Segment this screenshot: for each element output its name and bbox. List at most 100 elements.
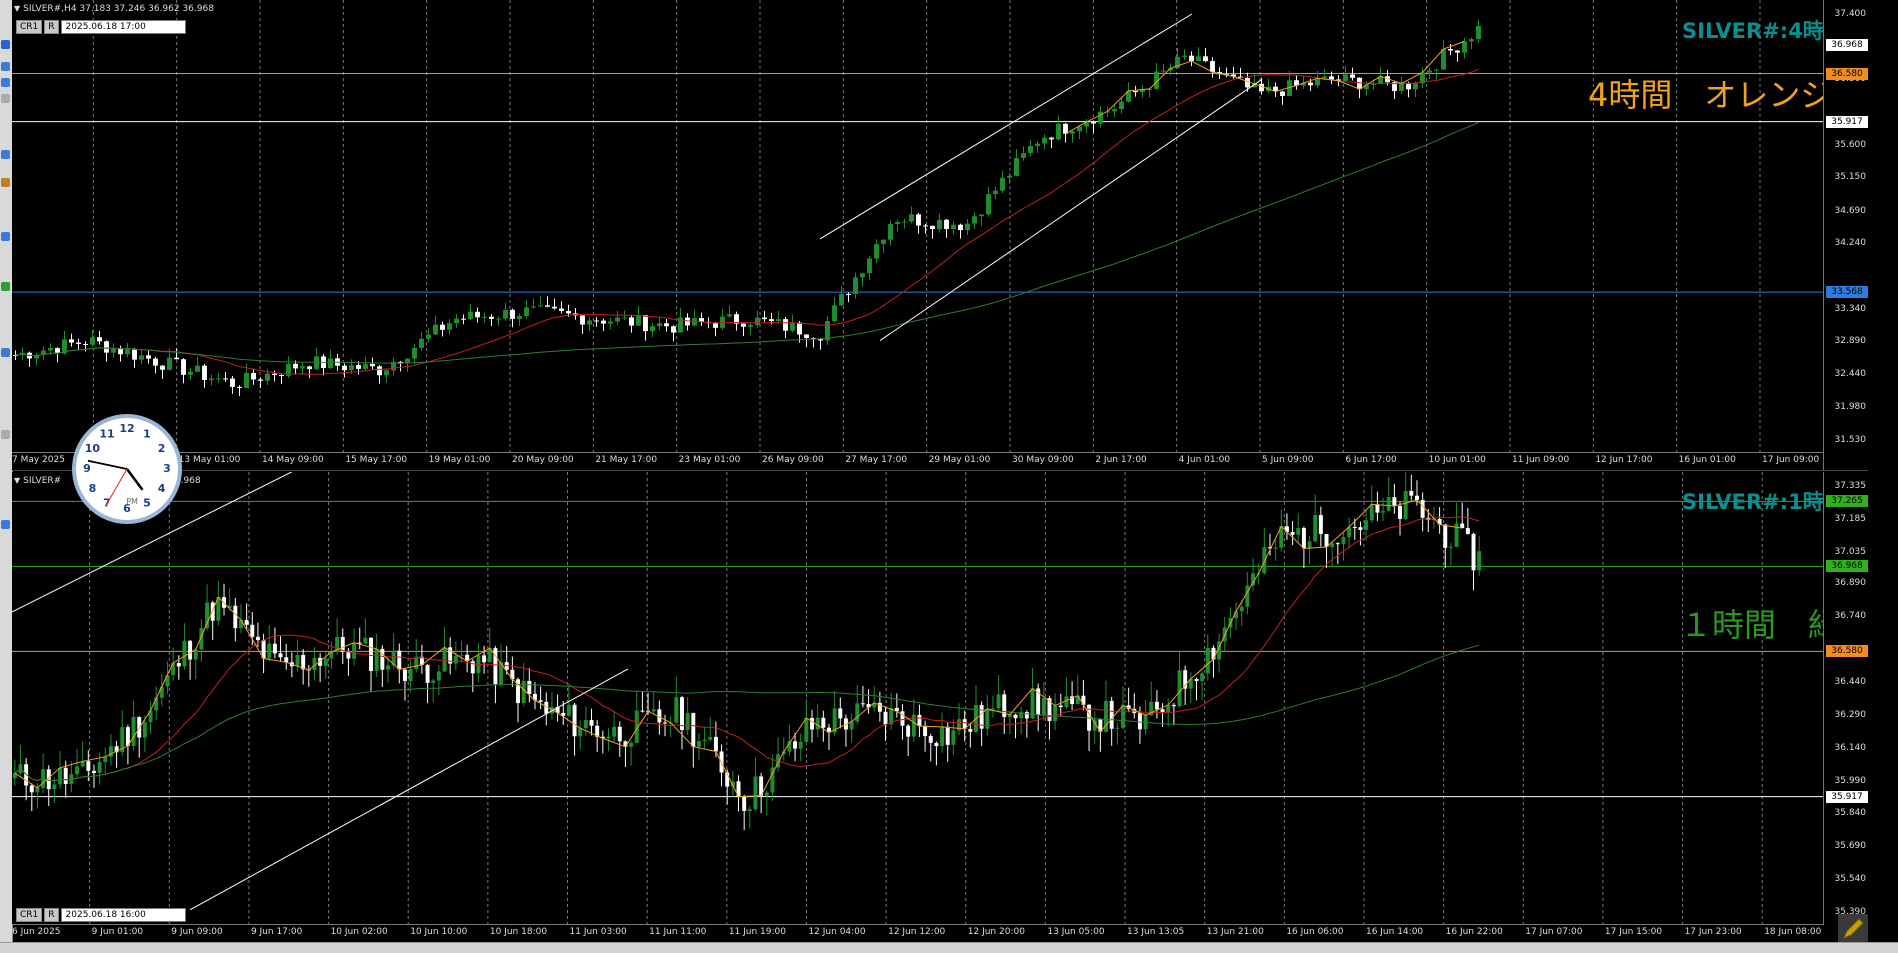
candle-body	[1357, 77, 1362, 90]
candle-body	[174, 357, 179, 360]
h4-price-plot[interactable]	[12, 0, 1824, 452]
candle-body	[48, 348, 53, 351]
price-axis[interactable]: 37.335 37.185 37.035 36.890 36.740 36.580 36.4…	[1823, 472, 1868, 924]
time-tick-label: 30 May 09:00	[1012, 455, 1074, 465]
candle-body	[1313, 515, 1318, 542]
toolbar-icon[interactable]	[1, 150, 10, 159]
candle-body	[517, 316, 522, 319]
trend-line	[879, 78, 1263, 341]
candle-body	[1211, 647, 1216, 660]
candle-body	[131, 717, 136, 746]
cr-label: CR1	[16, 908, 43, 922]
candle-body	[1239, 606, 1244, 612]
candle-body	[402, 669, 407, 682]
candle-body	[182, 640, 187, 667]
candle-body	[1203, 56, 1208, 62]
candle-body	[1210, 61, 1215, 73]
toolbar-icon[interactable]	[1, 348, 10, 357]
candle-body	[363, 363, 368, 369]
clock-number: 5	[143, 497, 151, 510]
candle-body	[1329, 76, 1334, 80]
candle-body	[255, 636, 260, 641]
price-tick-label: 37.400	[1834, 9, 1867, 19]
candle-body	[459, 654, 464, 656]
candle-body	[482, 655, 487, 663]
candle-body	[251, 372, 256, 380]
price-level-badge: 33.568	[1826, 286, 1868, 299]
h1-price-plot[interactable]	[12, 472, 1824, 924]
chart-window-tabs[interactable]	[0, 942, 1898, 953]
candle-body	[370, 363, 375, 367]
candle-body	[468, 311, 473, 319]
price-tick-label: 37.035	[1834, 546, 1867, 557]
price-tick-label: 36.440	[1834, 677, 1867, 688]
candle-body	[587, 320, 592, 325]
candle-body	[545, 305, 550, 307]
candle-body	[142, 722, 147, 738]
toolbar-icon[interactable]	[1, 520, 10, 529]
candle-body	[202, 365, 207, 381]
toolbar-icon[interactable]	[1, 94, 10, 103]
candle-body	[181, 359, 186, 375]
time-tick-label: 19 May 01:00	[428, 455, 491, 465]
price-level-badge: 35.917	[1826, 115, 1868, 128]
candle-body	[1177, 670, 1182, 707]
triangle-down-icon[interactable]: ▼	[14, 476, 20, 485]
toolbar-icon[interactable]	[1, 62, 10, 71]
time-tick-label: 21 May 17:00	[595, 455, 658, 465]
triangle-down-icon[interactable]: ▼	[14, 4, 20, 13]
candle-body	[1154, 701, 1159, 710]
candle-body	[314, 356, 319, 370]
candle-body	[566, 310, 571, 314]
toolbar-icon[interactable]	[1, 232, 10, 241]
time-tick-label: 2 Jun 17:00	[1095, 455, 1147, 465]
candle-body	[436, 671, 441, 681]
toolbar-icon[interactable]	[1, 282, 10, 291]
candle-body	[237, 386, 242, 389]
candle-body	[951, 224, 956, 230]
chart-pane-h4[interactable]: ▼ SILVER#,H4 37.183 37.246 36.962 36.968 …	[12, 0, 1868, 471]
candle-body	[293, 363, 298, 369]
candle-body	[1121, 705, 1125, 728]
candle-body	[90, 337, 95, 345]
candle-body	[1369, 504, 1374, 521]
time-axis[interactable]: 6 Jun 2025 9 Jun 01:00 9 Jun 09:00 9 Jun 17…	[12, 924, 1824, 941]
candle-body	[713, 323, 718, 328]
time-tick-label: 17 Jun 15:00	[1604, 927, 1663, 937]
candle-body	[650, 326, 655, 332]
price-level-badge: 36.968	[1826, 39, 1868, 52]
candle-body	[230, 378, 235, 387]
candle-body	[832, 305, 837, 322]
candle-body	[615, 317, 620, 322]
toolbar-icon[interactable]	[1, 40, 10, 49]
candle-body	[431, 680, 436, 683]
time-tick-label: 16 Jun 14:00	[1365, 927, 1424, 937]
time-tick-label: 10 Jun 18:00	[489, 927, 548, 937]
toolbar-icon[interactable]	[1, 430, 10, 439]
candle-body	[906, 725, 911, 737]
candle-body	[1021, 153, 1026, 159]
clock-number: 4	[158, 482, 166, 495]
toolbar-icon[interactable]	[1, 178, 10, 187]
symbol-timeframe-title: SILVER#:1時間	[1682, 490, 1845, 514]
candle-body	[1308, 82, 1313, 86]
candle-body	[1471, 533, 1476, 571]
clock-number: 2	[158, 442, 166, 455]
candle-body	[454, 318, 459, 324]
time-axis[interactable]: 7 May 202512 May 17:0013 May 01:0014 May…	[12, 452, 1824, 469]
candle-body	[239, 619, 243, 629]
time-tick-label: 11 Jun 11:00	[649, 927, 707, 937]
candle-body	[1413, 83, 1418, 90]
chart-header: ▼ SILVER#,H4 37.183 37.246 36.962 36.968	[14, 4, 214, 14]
candle-body	[617, 726, 622, 742]
price-axis[interactable]: 37.40036.96836.58036.50035.91735.60035.1…	[1823, 0, 1868, 470]
pencil-icon[interactable]	[1838, 914, 1868, 944]
chart-pane-h1[interactable]: ▼ SILVER# 36.968 CR1 R 2025.06.18 16:00 SI…	[12, 472, 1868, 937]
candle-body	[374, 648, 379, 671]
analog-clock-widget[interactable]: 121234567891011 PM	[72, 414, 182, 524]
time-tick-label: 11 Jun 03:00	[569, 927, 627, 937]
toolbar-icon[interactable]	[1, 78, 10, 87]
candle-body	[461, 318, 466, 320]
candle-body	[524, 307, 529, 317]
candle-body	[657, 323, 662, 327]
